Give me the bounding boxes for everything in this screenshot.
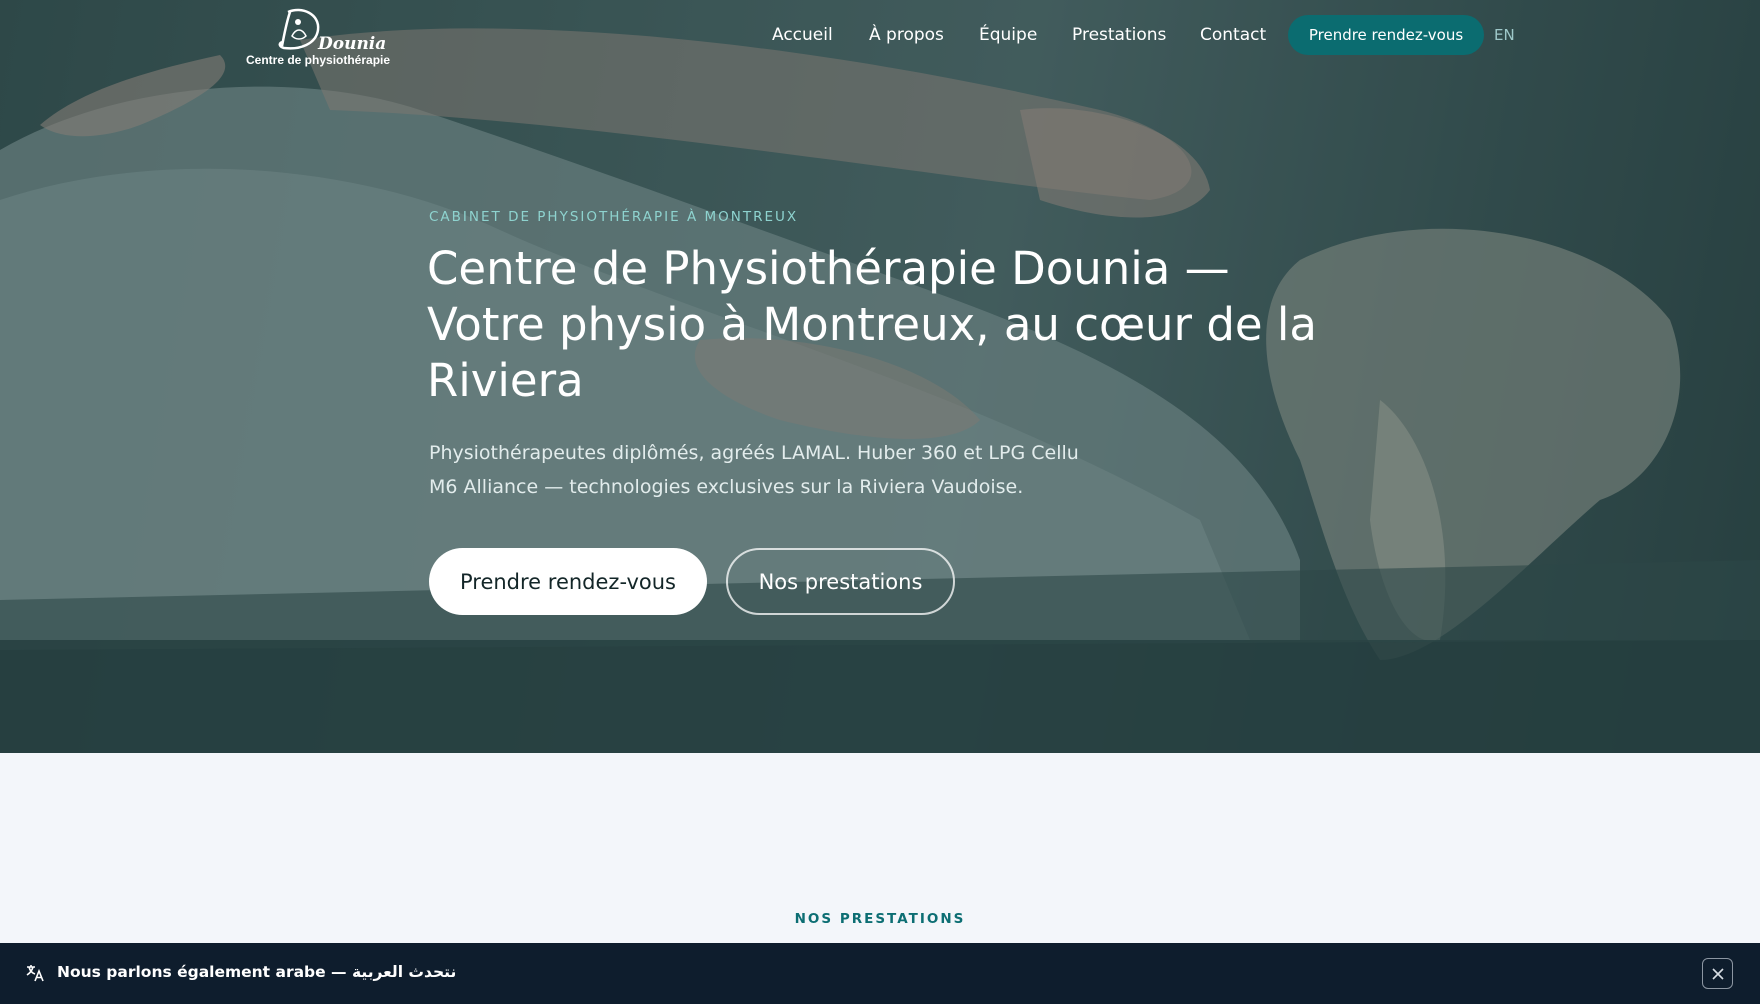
- nav-a-propos[interactable]: À propos: [869, 25, 944, 45]
- nav-appointment-button[interactable]: Prendre rendez-vous: [1288, 15, 1484, 55]
- close-icon: [1711, 967, 1724, 980]
- logo-wordmark: Dounia: [318, 34, 387, 54]
- hero-subtitle: Physiothérapeutes diplômés, agréés LAMAL…: [429, 442, 1079, 498]
- nav-contact[interactable]: Contact: [1200, 25, 1266, 45]
- services-button[interactable]: Nos prestations: [726, 548, 955, 615]
- translate-icon: [26, 965, 44, 982]
- brand-logo[interactable]: Dounia Centre de physiothérapie: [244, 6, 390, 67]
- language-banner-text: Nous parlons également arabe — نتحدث الع…: [57, 963, 457, 981]
- language-switch-en[interactable]: EN: [1494, 26, 1515, 44]
- hero-section: Dounia Centre de physiothérapie Accueil …: [0, 0, 1760, 753]
- nav-accueil[interactable]: Accueil: [772, 25, 833, 45]
- hero-eyebrow: CABINET DE PHYSIOTHÉRAPIE À MONTREUX: [429, 209, 799, 225]
- logo-tagline: Centre de physiothérapie: [246, 53, 391, 67]
- services-section-label: NOS PRESTATIONS: [794, 911, 966, 927]
- book-appointment-button[interactable]: Prendre rendez-vous: [429, 548, 707, 615]
- language-banner: Nous parlons également arabe — نتحدث الع…: [0, 943, 1760, 1004]
- nav-equipe[interactable]: Équipe: [979, 25, 1037, 45]
- nav-prestations[interactable]: Prestations: [1072, 25, 1166, 45]
- hero-title: Centre de Physiothérapie Dounia — Votre …: [427, 242, 1317, 407]
- banner-close-button[interactable]: [1702, 958, 1733, 989]
